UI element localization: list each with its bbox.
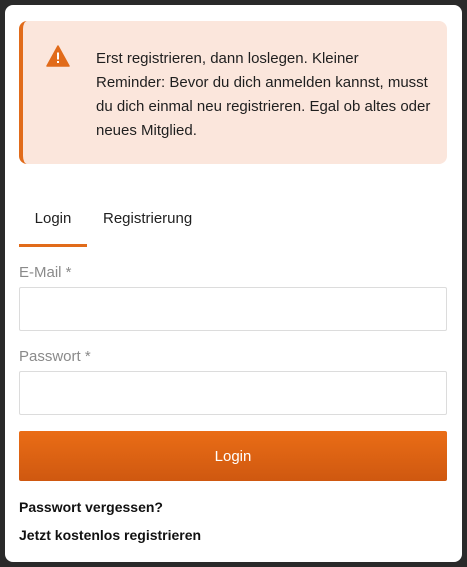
forgot-password-link[interactable]: Passwort vergessen? — [19, 499, 163, 515]
alert-message: Erst registrieren, dann loslegen. Kleine… — [96, 50, 431, 139]
email-label: E-Mail * — [19, 264, 72, 281]
tab-registrierung[interactable]: Registrierung — [103, 202, 195, 247]
password-field[interactable] — [19, 371, 447, 415]
warning-triangle-icon — [46, 45, 70, 67]
login-card: Erst registrieren, dann loslegen. Kleine… — [5, 5, 462, 562]
register-free-link[interactable]: Jetzt kostenlos registrieren — [19, 527, 201, 543]
auth-tabs: Login Registrierung — [19, 202, 447, 247]
registration-alert: Erst registrieren, dann loslegen. Kleine… — [19, 21, 447, 164]
password-label: Passwort * — [19, 348, 91, 365]
tab-login[interactable]: Login — [19, 202, 87, 247]
email-field[interactable] — [19, 287, 447, 331]
login-button[interactable]: Login — [19, 431, 447, 481]
